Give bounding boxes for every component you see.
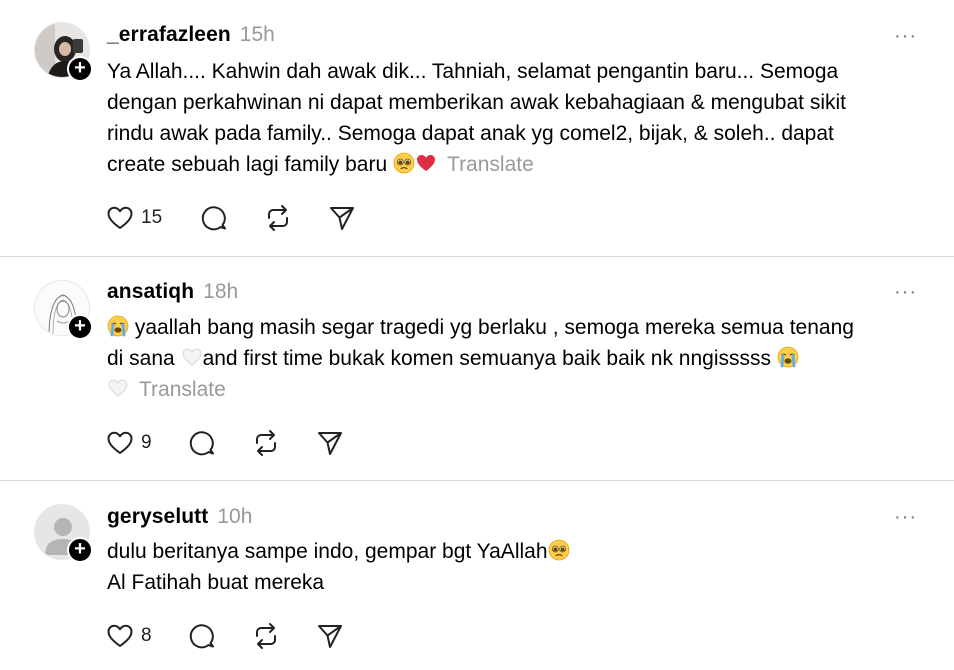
follow-button[interactable]: + bbox=[67, 314, 93, 340]
more-options-icon[interactable]: ··· bbox=[894, 26, 917, 46]
reply-button[interactable] bbox=[188, 429, 216, 457]
pleading-face-icon bbox=[393, 152, 415, 174]
post-text-line: Ya Allah.... Kahwin dah awak dik... Tahn… bbox=[107, 60, 839, 83]
comment-icon bbox=[189, 431, 214, 456]
heart-icon bbox=[107, 431, 133, 454]
post-text: Ya Allah.... Kahwin dah awak dik... Tahn… bbox=[107, 56, 937, 180]
username[interactable]: ansatiqh bbox=[107, 280, 194, 304]
post-text-line: yaallah bang masih segar tragedi yg berl… bbox=[134, 316, 854, 339]
action-bar: 8 bbox=[106, 622, 344, 650]
pleading-face-icon bbox=[547, 539, 570, 561]
repost-icon bbox=[255, 430, 276, 456]
like-count: 9 bbox=[141, 432, 152, 453]
share-button[interactable] bbox=[328, 204, 356, 232]
timestamp[interactable]: 18h bbox=[203, 280, 238, 304]
send-icon bbox=[317, 625, 342, 648]
white-heart-icon bbox=[182, 348, 201, 366]
white-heart-icon bbox=[108, 379, 128, 397]
action-bar: 15 bbox=[106, 204, 356, 232]
send-icon bbox=[330, 207, 355, 230]
username[interactable]: geryselutt bbox=[107, 505, 208, 529]
comment-icon bbox=[201, 206, 227, 231]
post-text: dulu beritanya sampe indo, gempar bgt Ya… bbox=[107, 536, 937, 598]
repost-button[interactable] bbox=[252, 622, 280, 650]
share-button[interactable] bbox=[316, 429, 344, 457]
post-text-line: Al Fatihah buat mereka bbox=[107, 571, 325, 594]
like-count: 8 bbox=[141, 625, 152, 646]
post-text-line: dulu beritanya sampe indo, gempar bgt Ya… bbox=[107, 540, 548, 563]
follow-button[interactable]: + bbox=[67, 56, 93, 82]
red-heart-icon bbox=[417, 155, 436, 171]
post-text: yaallah bang masih segar tragedi yg berl… bbox=[107, 312, 937, 405]
follow-button[interactable]: + bbox=[67, 537, 93, 563]
more-options-icon[interactable]: ··· bbox=[894, 507, 917, 527]
repost-icon bbox=[255, 623, 276, 649]
share-button[interactable] bbox=[316, 622, 344, 650]
loudly-crying-face-icon bbox=[107, 315, 129, 337]
translate-link[interactable]: Translate bbox=[447, 153, 534, 176]
timestamp[interactable]: 15h bbox=[240, 23, 275, 47]
post-header: _errafazleen 15h bbox=[107, 23, 275, 47]
divider bbox=[0, 480, 954, 481]
post-text-line: dengan perkahwinan ni dapat memberikan a… bbox=[107, 91, 846, 114]
reply-button[interactable] bbox=[200, 204, 228, 232]
heart-icon bbox=[107, 206, 133, 229]
action-bar: 9 bbox=[106, 429, 344, 457]
repost-button[interactable] bbox=[252, 429, 280, 457]
like-count: 15 bbox=[141, 207, 163, 228]
like-button[interactable]: 9 bbox=[106, 430, 152, 456]
post-text-line: rindu awak pada family.. Semoga dapat an… bbox=[107, 122, 834, 145]
more-options-icon[interactable]: ··· bbox=[894, 282, 917, 302]
post-text-line: and first time bukak komen semuanya baik… bbox=[202, 347, 771, 370]
timestamp[interactable]: 10h bbox=[217, 505, 252, 529]
reply-button[interactable] bbox=[188, 622, 216, 650]
loudly-crying-face-icon bbox=[776, 346, 799, 368]
heart-icon bbox=[107, 624, 133, 647]
repost-button[interactable] bbox=[264, 204, 292, 232]
like-button[interactable]: 15 bbox=[106, 205, 162, 231]
like-button[interactable]: 8 bbox=[106, 623, 152, 649]
comment-icon bbox=[189, 624, 214, 649]
post-text-line: create sebuah lagi family baru bbox=[107, 153, 388, 176]
username[interactable]: _errafazleen bbox=[107, 23, 231, 47]
repost-icon bbox=[268, 205, 289, 231]
translate-link[interactable]: Translate bbox=[139, 378, 226, 401]
post-header: geryselutt 10h bbox=[107, 505, 252, 529]
post-header: ansatiqh 18h bbox=[107, 280, 238, 304]
post-text-line: di sana bbox=[107, 347, 175, 370]
send-icon bbox=[317, 432, 342, 455]
divider bbox=[0, 256, 954, 257]
